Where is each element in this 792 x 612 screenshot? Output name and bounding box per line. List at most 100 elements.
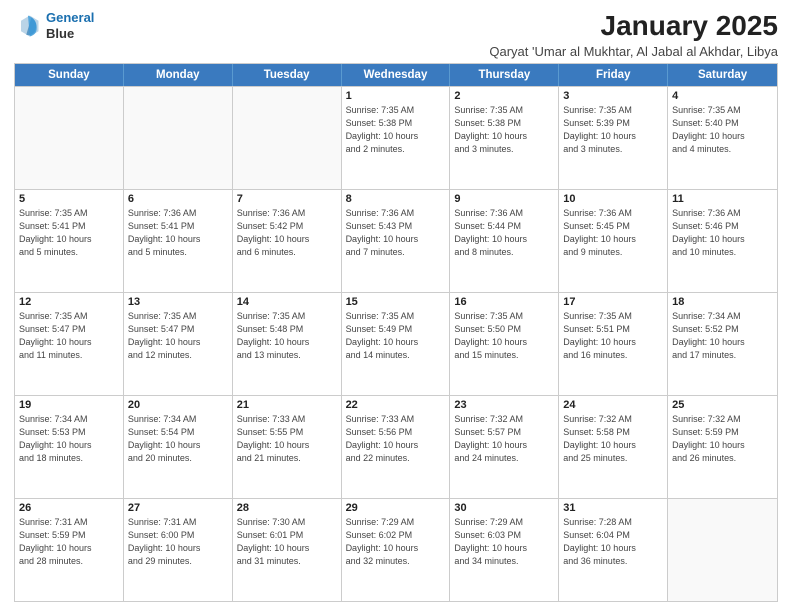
calendar-cell: [668, 499, 777, 601]
cell-date: 14: [237, 296, 337, 308]
calendar-cell: 17Sunrise: 7:35 AM Sunset: 5:51 PM Dayli…: [559, 293, 668, 395]
cell-date: 23: [454, 399, 554, 411]
calendar-cell: 6 Sunrise: 7:36 AM Sunset: 5:41 PM Daylig…: [124, 190, 233, 292]
calendar-header-cell: Thursday: [450, 64, 559, 86]
subtitle: Qaryat 'Umar al Mukhtar, Al Jabal al Akh…: [489, 44, 778, 59]
calendar: SundayMondayTuesdayWednesdayThursdayFrid…: [14, 63, 778, 602]
cell-date: 13: [128, 296, 228, 308]
calendar-cell: [233, 87, 342, 189]
calendar-header-cell: Friday: [559, 64, 668, 86]
calendar-row: 26Sunrise: 7:31 AM Sunset: 5:59 PM Dayli…: [15, 498, 777, 601]
logo: General Blue: [14, 10, 94, 41]
calendar-cell: 22 Sunrise: 7:33 AM Sunset: 5:56 PM Dayli…: [342, 396, 451, 498]
calendar-cell: 27 Sunrise: 7:31 AM Sunset: 6:00 PM Dayli…: [124, 499, 233, 601]
calendar-cell: 26Sunrise: 7:31 AM Sunset: 5:59 PM Dayli…: [15, 499, 124, 601]
cell-info: Sunrise: 7:34 AM Sunset: 5:53 PM Dayligh…: [19, 413, 119, 465]
calendar-cell: 2Sunrise: 7:35 AM Sunset: 5:38 PM Daylig…: [450, 87, 559, 189]
cell-date: 19: [19, 399, 119, 411]
cell-date: 22: [346, 399, 446, 411]
cell-info: Sunrise: 7:36 AM Sunset: 5:43 PM Dayligh…: [346, 207, 446, 259]
cell-date: 31: [563, 502, 663, 514]
cell-date: 25: [672, 399, 773, 411]
cell-date: 16: [454, 296, 554, 308]
calendar-cell: 3Sunrise: 7:35 AM Sunset: 5:39 PM Daylig…: [559, 87, 668, 189]
cell-info: Sunrise: 7:31 AM Sunset: 5:59 PM Dayligh…: [19, 516, 119, 568]
calendar-row: 12Sunrise: 7:35 AM Sunset: 5:47 PM Dayli…: [15, 292, 777, 395]
cell-info: Sunrise: 7:31 AM Sunset: 6:00 PM Dayligh…: [128, 516, 228, 568]
cell-info: Sunrise: 7:34 AM Sunset: 5:52 PM Dayligh…: [672, 310, 773, 362]
cell-info: Sunrise: 7:35 AM Sunset: 5:40 PM Dayligh…: [672, 104, 773, 156]
calendar-header-cell: Wednesday: [342, 64, 451, 86]
cell-info: Sunrise: 7:33 AM Sunset: 5:55 PM Dayligh…: [237, 413, 337, 465]
cell-info: Sunrise: 7:36 AM Sunset: 5:46 PM Dayligh…: [672, 207, 773, 259]
calendar-cell: 19 Sunrise: 7:34 AM Sunset: 5:53 PM Dayli…: [15, 396, 124, 498]
cell-info: Sunrise: 7:32 AM Sunset: 5:59 PM Dayligh…: [672, 413, 773, 465]
calendar-cell: 25 Sunrise: 7:32 AM Sunset: 5:59 PM Dayli…: [668, 396, 777, 498]
logo-text: General Blue: [46, 10, 94, 41]
calendar-cell: 16 Sunrise: 7:35 AM Sunset: 5:50 PM Dayli…: [450, 293, 559, 395]
cell-info: Sunrise: 7:36 AM Sunset: 5:41 PM Dayligh…: [128, 207, 228, 259]
cell-date: 9: [454, 193, 554, 205]
cell-date: 21: [237, 399, 337, 411]
cell-info: Sunrise: 7:35 AM Sunset: 5:38 PM Dayligh…: [346, 104, 446, 156]
calendar-cell: 30Sunrise: 7:29 AM Sunset: 6:03 PM Dayli…: [450, 499, 559, 601]
logo-icon: [14, 12, 42, 40]
cell-info: Sunrise: 7:35 AM Sunset: 5:39 PM Dayligh…: [563, 104, 663, 156]
cell-date: 20: [128, 399, 228, 411]
title-area: January 2025 Qaryat 'Umar al Mukhtar, Al…: [489, 10, 778, 59]
cell-info: Sunrise: 7:28 AM Sunset: 6:04 PM Dayligh…: [563, 516, 663, 568]
cell-info: Sunrise: 7:29 AM Sunset: 6:03 PM Dayligh…: [454, 516, 554, 568]
cell-date: 1: [346, 90, 446, 102]
logo-line1: General: [46, 10, 94, 25]
calendar-cell: [124, 87, 233, 189]
calendar-cell: 31 Sunrise: 7:28 AM Sunset: 6:04 PM Dayli…: [559, 499, 668, 601]
cell-info: Sunrise: 7:35 AM Sunset: 5:51 PM Dayligh…: [563, 310, 663, 362]
cell-info: Sunrise: 7:36 AM Sunset: 5:44 PM Dayligh…: [454, 207, 554, 259]
calendar-header-cell: Monday: [124, 64, 233, 86]
calendar-cell: 7 Sunrise: 7:36 AM Sunset: 5:42 PM Daylig…: [233, 190, 342, 292]
cell-info: Sunrise: 7:34 AM Sunset: 5:54 PM Dayligh…: [128, 413, 228, 465]
calendar-cell: 21 Sunrise: 7:33 AM Sunset: 5:55 PM Dayli…: [233, 396, 342, 498]
calendar-row: 1 Sunrise: 7:35 AM Sunset: 5:38 PM Daylig…: [15, 86, 777, 189]
cell-date: 27: [128, 502, 228, 514]
cell-date: 5: [19, 193, 119, 205]
cell-info: Sunrise: 7:33 AM Sunset: 5:56 PM Dayligh…: [346, 413, 446, 465]
calendar-cell: 14 Sunrise: 7:35 AM Sunset: 5:48 PM Dayli…: [233, 293, 342, 395]
calendar-cell: 8 Sunrise: 7:36 AM Sunset: 5:43 PM Daylig…: [342, 190, 451, 292]
calendar-cell: 23 Sunrise: 7:32 AM Sunset: 5:57 PM Dayli…: [450, 396, 559, 498]
cell-date: 8: [346, 193, 446, 205]
cell-info: Sunrise: 7:35 AM Sunset: 5:49 PM Dayligh…: [346, 310, 446, 362]
cell-info: Sunrise: 7:35 AM Sunset: 5:48 PM Dayligh…: [237, 310, 337, 362]
cell-date: 6: [128, 193, 228, 205]
cell-date: 2: [454, 90, 554, 102]
cell-info: Sunrise: 7:36 AM Sunset: 5:42 PM Dayligh…: [237, 207, 337, 259]
calendar-cell: 12Sunrise: 7:35 AM Sunset: 5:47 PM Dayli…: [15, 293, 124, 395]
cell-info: Sunrise: 7:35 AM Sunset: 5:50 PM Dayligh…: [454, 310, 554, 362]
cell-info: Sunrise: 7:36 AM Sunset: 5:45 PM Dayligh…: [563, 207, 663, 259]
calendar-cell: 11 Sunrise: 7:36 AM Sunset: 5:46 PM Dayli…: [668, 190, 777, 292]
main-title: January 2025: [489, 10, 778, 42]
cell-date: 7: [237, 193, 337, 205]
calendar-cell: 1 Sunrise: 7:35 AM Sunset: 5:38 PM Daylig…: [342, 87, 451, 189]
cell-info: Sunrise: 7:29 AM Sunset: 6:02 PM Dayligh…: [346, 516, 446, 568]
cell-info: Sunrise: 7:30 AM Sunset: 6:01 PM Dayligh…: [237, 516, 337, 568]
calendar-cell: 5Sunrise: 7:35 AM Sunset: 5:41 PM Daylig…: [15, 190, 124, 292]
calendar-row: 19 Sunrise: 7:34 AM Sunset: 5:53 PM Dayli…: [15, 395, 777, 498]
cell-date: 29: [346, 502, 446, 514]
calendar-header-cell: Saturday: [668, 64, 777, 86]
calendar-row: 5Sunrise: 7:35 AM Sunset: 5:41 PM Daylig…: [15, 189, 777, 292]
cell-date: 11: [672, 193, 773, 205]
cell-date: 24: [563, 399, 663, 411]
calendar-cell: 9 Sunrise: 7:36 AM Sunset: 5:44 PM Daylig…: [450, 190, 559, 292]
cell-info: Sunrise: 7:32 AM Sunset: 5:57 PM Dayligh…: [454, 413, 554, 465]
cell-date: 10: [563, 193, 663, 205]
calendar-cell: 29 Sunrise: 7:29 AM Sunset: 6:02 PM Dayli…: [342, 499, 451, 601]
calendar-header-cell: Sunday: [15, 64, 124, 86]
calendar-cell: 18Sunrise: 7:34 AM Sunset: 5:52 PM Dayli…: [668, 293, 777, 395]
header: General Blue January 2025 Qaryat 'Umar a…: [14, 10, 778, 59]
cell-date: 28: [237, 502, 337, 514]
cell-info: Sunrise: 7:35 AM Sunset: 5:47 PM Dayligh…: [19, 310, 119, 362]
calendar-body: 1 Sunrise: 7:35 AM Sunset: 5:38 PM Daylig…: [15, 86, 777, 601]
calendar-cell: 20 Sunrise: 7:34 AM Sunset: 5:54 PM Dayli…: [124, 396, 233, 498]
logo-line2: Blue: [46, 26, 94, 42]
